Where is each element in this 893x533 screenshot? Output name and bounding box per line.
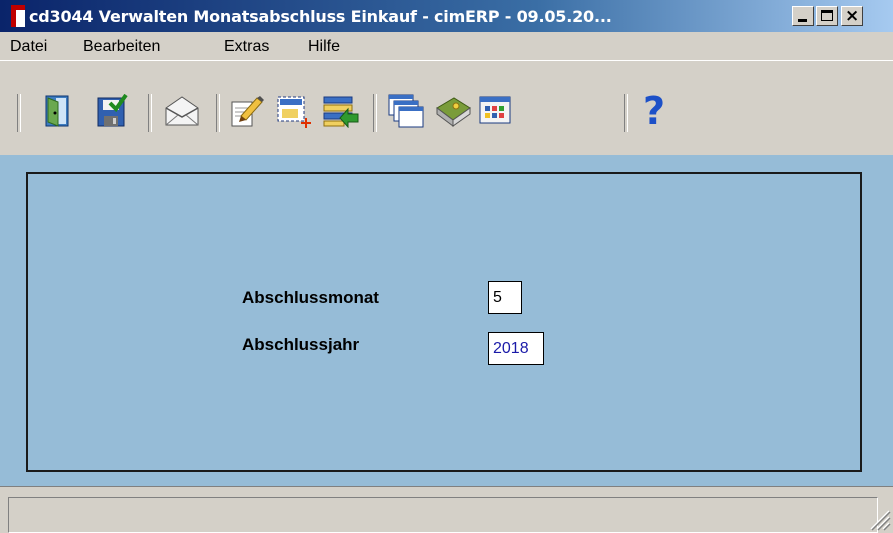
minimize-button[interactable] xyxy=(792,6,814,26)
grid-icon xyxy=(479,96,511,124)
minimize-icon xyxy=(798,19,807,22)
mail-icon xyxy=(165,96,199,126)
abschlussmonat-label: Abschlussmonat xyxy=(242,288,379,307)
help-button[interactable]: ? xyxy=(635,91,673,131)
menu-bar: Datei Bearbeiten Extras Hilfe xyxy=(0,32,893,61)
status-bar xyxy=(0,486,893,533)
windows-button[interactable] xyxy=(387,91,425,131)
close-icon: × xyxy=(845,6,860,26)
title-bar[interactable]: cd3044 Verwalten Monatsabschluss Einkauf… xyxy=(0,0,893,32)
menu-extras[interactable]: Extras xyxy=(224,38,269,56)
book-button[interactable] xyxy=(434,91,472,131)
edit-document-icon xyxy=(231,96,264,127)
new-record-button[interactable] xyxy=(275,91,313,131)
maximize-button[interactable] xyxy=(816,6,838,26)
menu-hilfe[interactable]: Hilfe xyxy=(308,38,340,56)
toolbar-separator xyxy=(148,94,152,132)
window-title: cd3044 Verwalten Monatsabschluss Einkauf… xyxy=(29,7,612,26)
menu-datei[interactable]: Datei xyxy=(10,38,47,56)
grid-button[interactable] xyxy=(477,91,515,131)
edit-button[interactable] xyxy=(228,91,266,131)
book-icon xyxy=(436,97,471,127)
resize-grip-icon[interactable] xyxy=(867,507,891,531)
mail-button[interactable] xyxy=(163,91,201,131)
abschlussjahr-field[interactable]: 2018 xyxy=(488,332,544,365)
import-list-button[interactable] xyxy=(322,91,360,131)
exit-door-icon xyxy=(45,95,69,127)
app-icon xyxy=(11,5,25,27)
toolbar-separator xyxy=(17,94,21,132)
close-button[interactable]: × xyxy=(841,6,863,26)
exit-button[interactable] xyxy=(40,91,78,131)
toolbar-separator xyxy=(624,94,628,132)
toolbar: ? xyxy=(0,61,893,155)
import-list-icon xyxy=(323,96,359,128)
help-icon: ? xyxy=(642,89,666,133)
menu-bearbeiten[interactable]: Bearbeiten xyxy=(83,38,160,56)
windows-icon xyxy=(388,94,424,128)
toolbar-separator xyxy=(216,94,220,132)
new-record-icon xyxy=(277,96,311,128)
status-panel xyxy=(8,497,878,533)
save-button[interactable] xyxy=(93,91,131,131)
abschlussjahr-label: Abschlussjahr xyxy=(242,335,360,354)
save-icon xyxy=(97,94,128,127)
abschlussmonat-field[interactable]: 5 xyxy=(488,281,522,314)
toolbar-separator xyxy=(373,94,377,132)
form-panel xyxy=(26,172,862,472)
maximize-icon xyxy=(821,10,833,21)
